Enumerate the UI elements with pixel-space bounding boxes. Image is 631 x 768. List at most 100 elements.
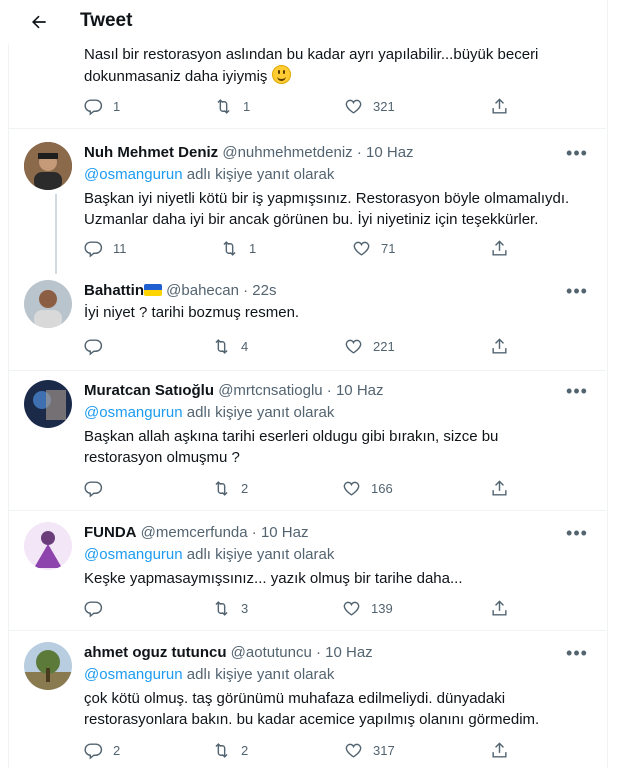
retweet-icon <box>215 742 228 758</box>
timestamp[interactable]: 22s <box>252 282 276 299</box>
reply-context: @osmangurun adlı kişiye yanıt olarak <box>84 546 335 563</box>
like-button[interactable]: 166 <box>342 476 393 500</box>
like-button[interactable]: 71 <box>352 236 395 260</box>
more-icon[interactable]: ••• <box>566 143 588 163</box>
tweet-header-line: Muratcan Satıoğlu @mrtcnsatioglu · 10 Ha… <box>84 382 384 399</box>
retweet-button[interactable]: 3 <box>212 596 248 620</box>
like-icon <box>345 339 362 354</box>
like-icon <box>343 481 360 496</box>
reply-icon <box>84 98 103 115</box>
reply-button[interactable] <box>84 476 113 500</box>
tweet-text: Başkan iyi niyetli kötü bir iş yapmışsın… <box>84 190 570 228</box>
timestamp[interactable]: 10 Haz <box>261 524 309 541</box>
tweet-actions: 1 1 321 <box>76 94 536 118</box>
more-icon[interactable]: ••• <box>566 381 588 401</box>
retweet-icon <box>215 338 228 354</box>
share-button[interactable] <box>490 334 509 358</box>
like-button[interactable]: 321 <box>344 94 395 118</box>
tweet-text: çok kötü olmuş. taş görünümü muhafaza ed… <box>84 690 540 728</box>
handle[interactable]: @mrtcnsatioglu <box>218 382 322 399</box>
tweet-item[interactable]: FUNDA @memcerfunda · 10 Haz ••• @osmangu… <box>8 510 606 631</box>
avatar[interactable] <box>24 642 72 690</box>
display-name[interactable]: Muratcan Satıoğlu <box>84 382 214 399</box>
tweet-item[interactable]: ahmet oguz tutuncu @aotutuncu · 10 Haz •… <box>8 630 606 768</box>
reply-to-link[interactable]: @osmangurun <box>84 666 183 683</box>
page-title: Tweet <box>80 10 133 31</box>
reply-button[interactable]: 2 <box>84 738 120 762</box>
more-icon[interactable]: ••• <box>566 523 588 543</box>
share-button[interactable] <box>490 94 509 118</box>
display-name[interactable]: Bahattin <box>84 282 144 299</box>
display-name[interactable]: FUNDA <box>84 524 137 541</box>
timestamp[interactable]: 10 Haz <box>366 144 414 161</box>
ukraine-flag-icon <box>144 284 162 296</box>
reply-button[interactable] <box>84 334 113 358</box>
reply-icon <box>84 240 103 257</box>
retweet-button[interactable]: 2 <box>212 476 248 500</box>
reply-context: @osmangurun adlı kişiye yanıt olarak <box>84 166 335 183</box>
smiley-emoji-icon <box>271 65 291 84</box>
tweet-actions: 4 221 <box>76 334 536 358</box>
like-icon <box>345 99 362 114</box>
reply-button[interactable]: 11 <box>84 236 127 260</box>
tweet-item[interactable]: Muratcan Satıoğlu @mrtcnsatioglu · 10 Ha… <box>8 370 606 511</box>
reply-context: @osmangurun adlı kişiye yanıt olarak <box>84 666 335 683</box>
tweet-actions: 2 2 317 <box>76 738 536 762</box>
avatar[interactable] <box>24 280 72 328</box>
display-name[interactable]: ahmet oguz tutuncu <box>84 644 227 661</box>
tweet-actions: 2 166 <box>76 476 536 500</box>
retweet-button[interactable]: 2 <box>212 738 248 762</box>
reply-button[interactable] <box>84 596 113 620</box>
tweet-header-line: Bahattin @bahecan · 22s <box>84 282 277 299</box>
display-name[interactable]: Nuh Mehmet Deniz <box>84 144 218 161</box>
avatar[interactable] <box>24 522 72 570</box>
retweet-icon <box>215 600 228 616</box>
share-icon <box>492 337 507 354</box>
tweet-actions: 11 1 71 <box>76 236 536 260</box>
tweet-text: İyi niyet ? tarihi bozmuş resmen. <box>84 304 300 321</box>
like-button[interactable]: 317 <box>344 738 395 762</box>
share-icon <box>492 741 507 758</box>
share-button[interactable] <box>490 476 509 500</box>
handle[interactable]: @memcerfunda <box>141 524 248 541</box>
more-icon[interactable]: ••• <box>566 643 588 663</box>
like-icon <box>353 241 370 256</box>
back-arrow-icon[interactable] <box>24 8 54 36</box>
reply-icon <box>84 338 103 355</box>
handle[interactable]: @aotutuncu <box>231 644 312 661</box>
tweet-header-line: ahmet oguz tutuncu @aotutuncu · 10 Haz <box>84 644 373 661</box>
tweet-text: Başkan allah aşkına tarihi eserleri oldu… <box>84 428 499 466</box>
timestamp[interactable]: 10 Haz <box>325 644 373 661</box>
reply-to-link[interactable]: @osmangurun <box>84 546 183 563</box>
more-icon[interactable]: ••• <box>566 281 588 301</box>
retweet-button[interactable]: 4 <box>212 334 248 358</box>
share-button[interactable] <box>490 236 509 260</box>
reply-icon <box>84 480 103 497</box>
share-button[interactable] <box>490 738 509 762</box>
avatar[interactable] <box>24 142 72 190</box>
tweet-text: Nasıl bir restorasyon aslından bu kadar … <box>84 46 539 85</box>
handle[interactable]: @nuhmehmetdeniz <box>222 144 352 161</box>
retweet-button[interactable]: 1 <box>220 236 256 260</box>
share-button[interactable] <box>490 596 509 620</box>
reply-to-link[interactable]: @osmangurun <box>84 166 183 183</box>
avatar[interactable] <box>24 380 72 428</box>
reply-icon <box>84 600 103 617</box>
like-button[interactable]: 139 <box>342 596 393 620</box>
like-button[interactable]: 221 <box>344 334 395 358</box>
tweet-item[interactable]: Bahattin @bahecan · 22s ••• İyi niyet ? … <box>8 272 606 371</box>
thread-line <box>55 194 57 274</box>
tweet-actions: 3 139 <box>76 596 536 620</box>
timestamp[interactable]: 10 Haz <box>336 382 384 399</box>
reply-icon <box>84 742 103 759</box>
like-icon <box>345 743 362 758</box>
retweet-button[interactable]: 1 <box>214 94 250 118</box>
reply-context: @osmangurun adlı kişiye yanıt olarak <box>84 404 335 421</box>
handle[interactable]: @bahecan <box>166 282 239 299</box>
retweet-icon <box>215 480 228 496</box>
tweet-item[interactable]: Nuh Mehmet Deniz @nuhmehmetdeniz · 10 Ha… <box>8 128 606 274</box>
share-icon <box>492 599 507 616</box>
reply-to-link[interactable]: @osmangurun <box>84 404 183 421</box>
tweet-header-line: FUNDA @memcerfunda · 10 Haz <box>84 524 309 541</box>
reply-button[interactable]: 1 <box>84 94 120 118</box>
